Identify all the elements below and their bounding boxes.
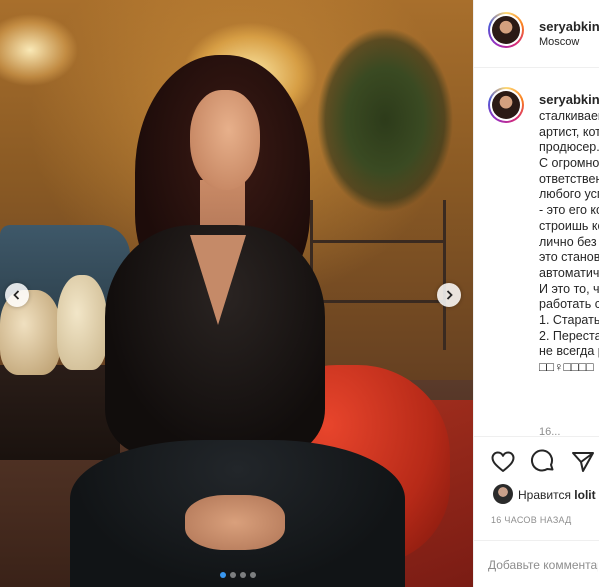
caption-line: это станови [539, 250, 599, 265]
slide-dot [230, 572, 236, 578]
likes-text: Нравится lolit [518, 488, 596, 502]
caption-line: 2. Перестат [539, 328, 599, 343]
post-photo[interactable] [0, 0, 473, 587]
heart-icon[interactable] [490, 449, 516, 475]
caption-line: □□♀□□□□ [539, 360, 594, 374]
share-icon[interactable] [570, 449, 596, 475]
comment-box [474, 540, 599, 587]
caption-line: строишь ко [539, 218, 599, 233]
liker-avatar[interactable] [493, 484, 513, 504]
avatar[interactable] [488, 12, 524, 48]
caption-line: С огромной [539, 156, 599, 171]
caption-line: продюсер... [539, 140, 599, 155]
comment-icon[interactable] [530, 449, 556, 475]
caption-more: 16... [539, 426, 561, 437]
slide-dot [240, 572, 246, 578]
jacket-neckline [190, 235, 246, 325]
caption-line: сталкиваешь [539, 109, 599, 123]
caption-section: seryabkina сталкиваешь артист, кото прод… [474, 68, 599, 437]
caption-avatar[interactable] [488, 87, 524, 123]
slide-dot [220, 572, 226, 578]
caption-line: любого усп [539, 187, 599, 202]
header-username[interactable]: seryabkina [539, 19, 599, 34]
likes-prefix: Нравится [518, 488, 571, 502]
vase [57, 275, 107, 370]
shelf-background [310, 200, 446, 350]
caption-username[interactable]: seryabkina [539, 92, 599, 107]
chevron-left-icon [13, 290, 20, 300]
chevron-right-icon [446, 290, 453, 300]
action-bar [474, 445, 599, 479]
post-timestamp[interactable]: 16 ЧАСОВ НАЗАД [491, 515, 572, 525]
caption-line: работать с [539, 297, 599, 312]
slide-dot [250, 572, 256, 578]
caption-line: - это его ко [539, 203, 599, 218]
slide-indicator [220, 572, 256, 578]
caption-line: автоматиче [539, 265, 599, 280]
comment-input[interactable] [488, 555, 598, 575]
caption-line: артист, кото [539, 124, 599, 139]
likes-row: Нравится lolit [474, 482, 599, 506]
caption-line: ответствен [539, 171, 599, 186]
caption-text: сталкиваешь артист, кото продюсер... С о… [539, 109, 599, 376]
woman-hands [185, 495, 285, 550]
liker-username[interactable]: lolit [574, 488, 595, 502]
post-header: seryabkina Moscow [474, 0, 599, 68]
prev-slide-button[interactable] [5, 283, 29, 307]
header-location[interactable]: Moscow [539, 36, 579, 48]
caption-line: лично без [539, 234, 597, 249]
post-sidebar: seryabkina Moscow seryabkina сталкиваешь… [473, 0, 599, 587]
caption-line: И это то, ч [539, 281, 599, 296]
next-slide-button[interactable] [437, 283, 461, 307]
caption-line: не всегда р [539, 344, 599, 359]
side-table [0, 365, 120, 460]
woman-face [190, 90, 260, 190]
caption-line: 1. Старатьс [539, 312, 599, 327]
